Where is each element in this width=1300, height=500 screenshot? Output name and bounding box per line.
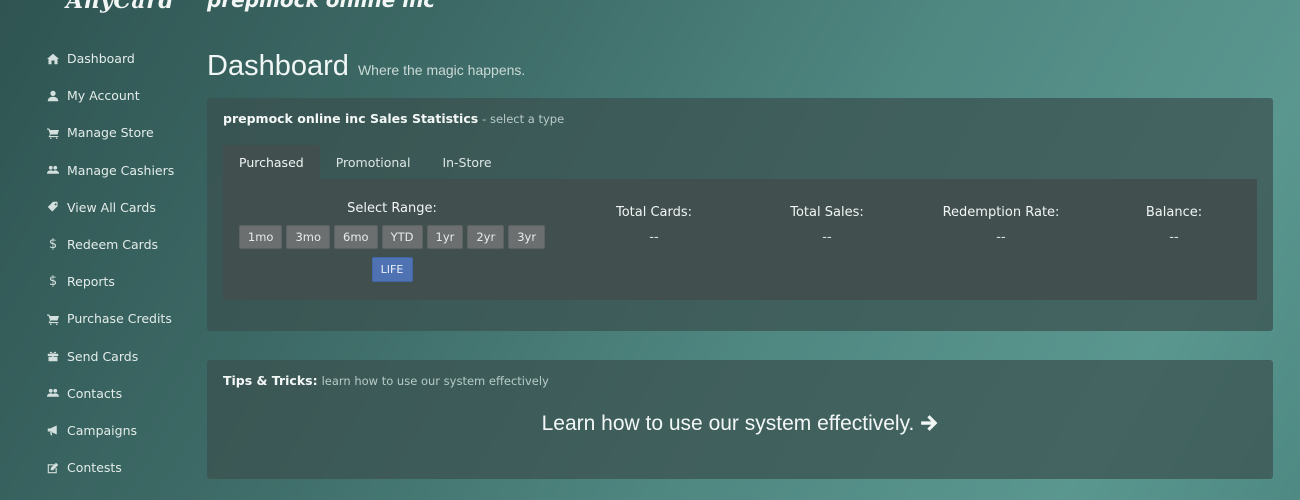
sidebar-item-label: My Account xyxy=(67,88,140,104)
range-selector: Select Range: 1mo 3mo 6mo YTD 1yr 2yr 3y… xyxy=(223,179,561,282)
user-icon xyxy=(46,89,60,103)
stat-label: Total Cards: xyxy=(615,205,693,220)
sidebar-item-label: Contacts xyxy=(67,385,123,401)
page-title: Dashboard xyxy=(207,50,349,82)
stat-value: -- xyxy=(996,230,1006,245)
tab-in-store[interactable]: In-Store xyxy=(426,145,507,179)
dollar-icon: $ xyxy=(48,237,58,253)
tips-panel: Tips & Tricks: learn how to use our syst… xyxy=(207,360,1273,479)
stat-total-sales: Total Sales: -- xyxy=(747,205,907,245)
cart-icon xyxy=(46,312,60,326)
bullhorn-icon xyxy=(46,423,60,437)
range-label: Select Range: xyxy=(347,201,437,216)
panel-title: Tips & Tricks: xyxy=(223,373,318,388)
range-button-3mo[interactable]: 3mo xyxy=(286,225,331,249)
users-icon xyxy=(46,163,60,177)
sidebar-item-manage-store[interactable]: Manage Store xyxy=(0,114,190,151)
stats-body: Select Range: 1mo 3mo 6mo YTD 1yr 2yr 3y… xyxy=(223,179,1257,300)
tips-link-label: Learn how to use our system effectively. xyxy=(541,412,915,435)
tab-promotional[interactable]: Promotional xyxy=(320,145,427,179)
range-button-1yr[interactable]: 1yr xyxy=(426,225,464,249)
sidebar-item-label: Purchase Credits xyxy=(67,311,172,327)
sidebar-item-label: Contests xyxy=(67,460,122,476)
edit-icon xyxy=(46,461,60,475)
sidebar-item-reports[interactable]: $ Reports xyxy=(0,263,190,300)
sidebar-item-redeem-cards[interactable]: $ Redeem Cards xyxy=(0,226,190,263)
stat-value: -- xyxy=(1169,230,1179,245)
range-button-life[interactable]: LIFE xyxy=(371,257,413,282)
users-icon xyxy=(46,386,60,400)
sidebar-item-label: Send Cards xyxy=(67,348,139,364)
sidebar-item-label: Reports xyxy=(67,274,115,290)
sidebar-item-label: View All Cards xyxy=(67,199,156,215)
sidebar-item-purchase-credits[interactable]: Purchase Credits xyxy=(0,300,190,337)
sidebar-item-contests[interactable]: Contests xyxy=(0,449,190,486)
panel-header: prepmock online inc Sales Statistics - s… xyxy=(207,98,1273,139)
panel-hint: learn how to use our system effectively xyxy=(321,374,549,388)
sidebar-item-my-account[interactable]: My Account xyxy=(0,77,190,114)
home-icon xyxy=(46,52,60,66)
stat-value: -- xyxy=(649,230,659,245)
sidebar-item-manage-cashiers[interactable]: Manage Cashiers xyxy=(0,152,190,189)
tips-link[interactable]: Learn how to use our system effectively. xyxy=(207,412,1273,436)
sidebar-item-label: Manage Cashiers xyxy=(67,162,175,178)
tag-icon xyxy=(46,200,60,214)
stat-label: Balance: xyxy=(1145,205,1203,220)
stat-redemption-rate: Redemption Rate: -- xyxy=(921,205,1081,245)
range-button-ytd[interactable]: YTD xyxy=(381,225,423,249)
brand-logo[interactable]: AnyCard xyxy=(66,0,174,14)
sales-statistics-panel: prepmock online inc Sales Statistics - s… xyxy=(207,98,1273,331)
range-buttons: 1mo 3mo 6mo YTD 1yr 2yr 3yr xyxy=(223,225,561,249)
stat-label: Total Sales: xyxy=(790,205,864,220)
range-button-1mo[interactable]: 1mo xyxy=(238,225,283,249)
sidebar-item-label: Campaigns xyxy=(67,422,138,438)
company-name-header: prepmock online inc xyxy=(207,0,436,12)
stat-total-cards: Total Cards: -- xyxy=(574,205,734,245)
stat-balance: Balance: -- xyxy=(1094,205,1254,245)
sidebar-item-dashboard[interactable]: Dashboard xyxy=(0,40,190,77)
tab-purchased[interactable]: Purchased xyxy=(223,145,320,179)
sidebar-item-label: Dashboard xyxy=(67,51,135,67)
cart-icon xyxy=(46,126,60,140)
sidebar-item-label: Manage Store xyxy=(67,125,154,141)
gift-icon xyxy=(46,349,60,363)
stat-value: -- xyxy=(822,230,832,245)
sidebar-item-send-cards[interactable]: Send Cards xyxy=(0,338,190,375)
stat-label: Redemption Rate: xyxy=(942,205,1060,220)
dollar-icon: $ xyxy=(48,274,58,290)
stats-type-tabs: Purchased Promotional In-Store xyxy=(223,145,508,179)
panel-title: prepmock online inc Sales Statistics xyxy=(223,111,479,126)
range-button-2yr[interactable]: 2yr xyxy=(467,225,505,249)
sidebar-item-campaigns[interactable]: Campaigns xyxy=(0,412,190,449)
sidebar-nav: Dashboard My Account Manage Store Manage… xyxy=(0,40,190,486)
sidebar-item-label: Redeem Cards xyxy=(67,237,159,253)
page-subtitle: Where the magic happens. xyxy=(357,62,526,78)
panel-header: Tips & Tricks: learn how to use our syst… xyxy=(207,360,1273,401)
arrow-right-icon xyxy=(921,415,938,431)
range-button-6mo[interactable]: 6mo xyxy=(334,225,378,249)
range-button-3yr[interactable]: 3yr xyxy=(508,225,546,249)
sidebar-item-view-all-cards[interactable]: View All Cards xyxy=(0,189,190,226)
sidebar-item-contacts[interactable]: Contacts xyxy=(0,375,190,412)
page-heading: Dashboard Where the magic happens. xyxy=(207,50,525,83)
panel-hint: - select a type xyxy=(482,112,565,126)
